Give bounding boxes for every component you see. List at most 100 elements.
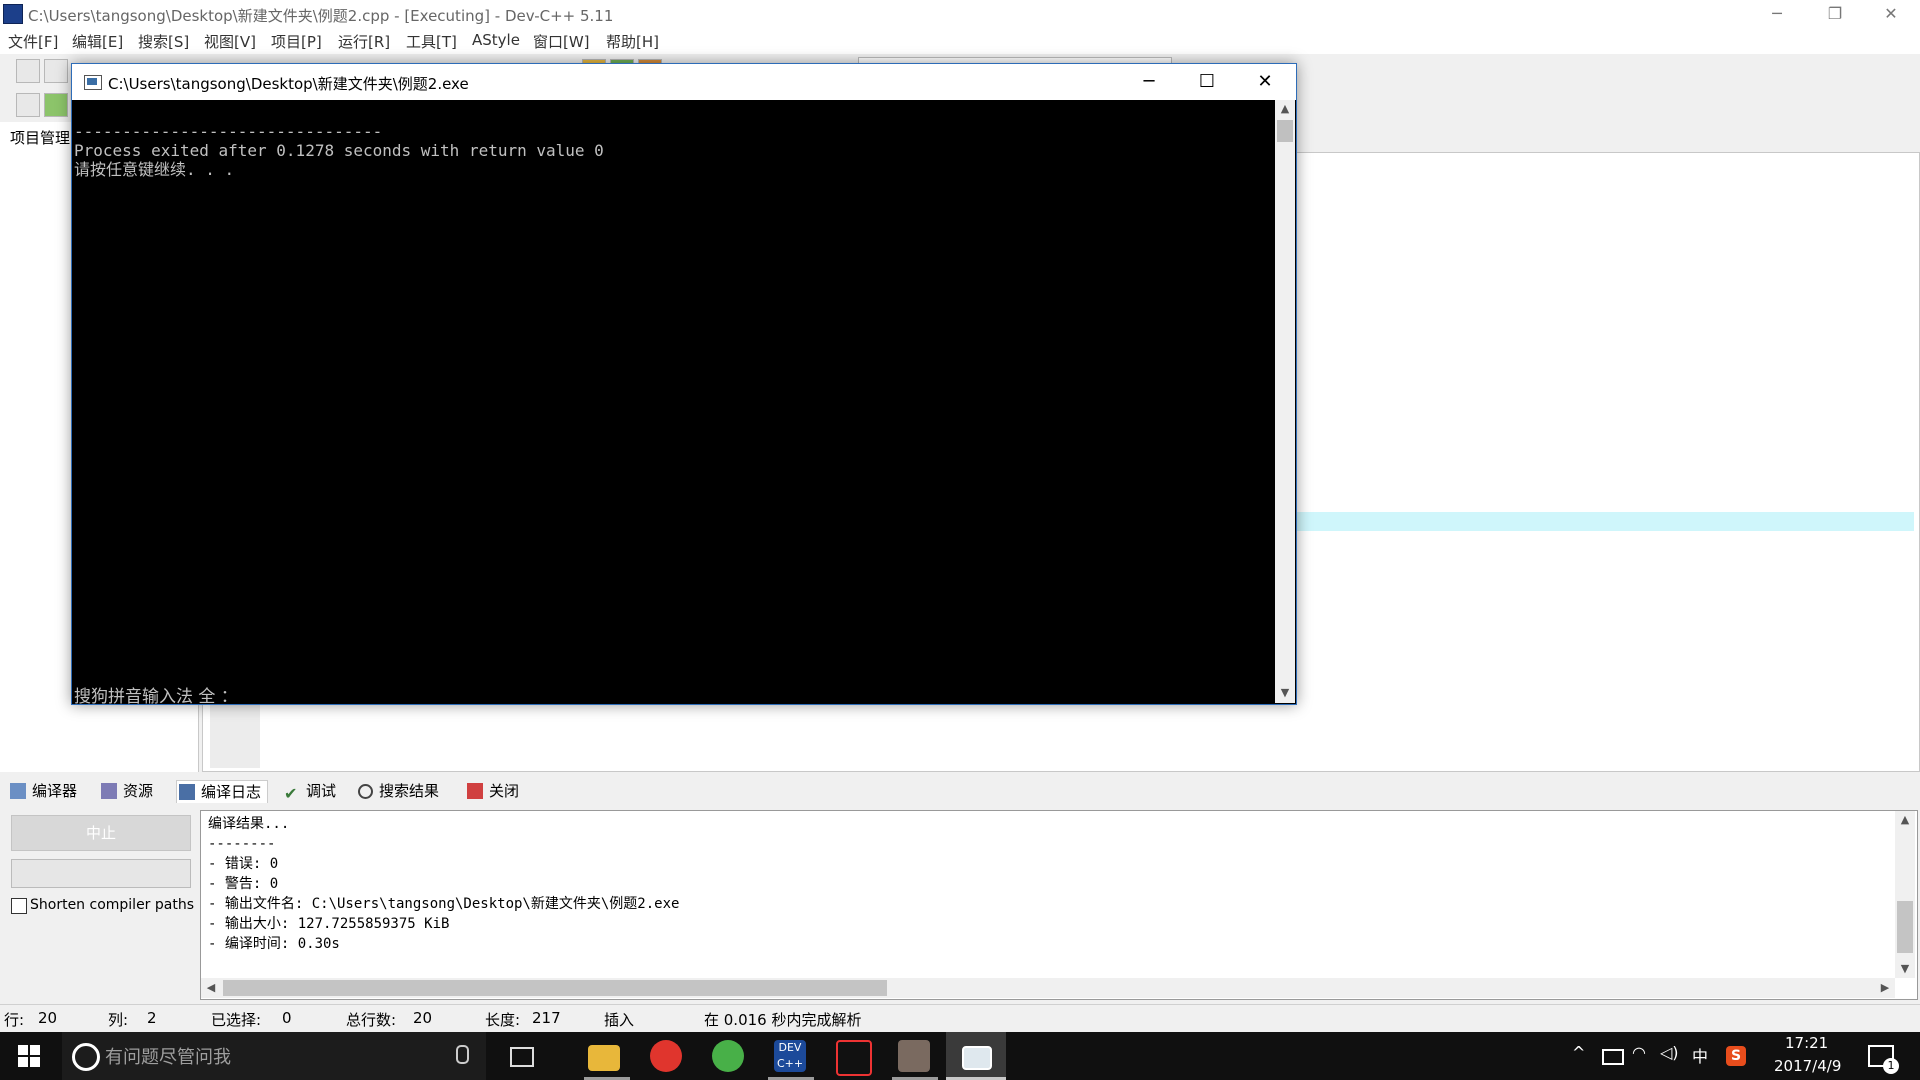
menu-edit[interactable]: 编辑[E] [72, 31, 123, 52]
file-explorer-icon[interactable] [588, 1045, 620, 1071]
ime-indicator[interactable]: 中 [1692, 1043, 1708, 1067]
tab-label: 搜索结果 [379, 782, 440, 800]
log-horizontal-thumb[interactable] [223, 980, 887, 996]
ime-status-text: 搜狗拼音输入法 全 ： [74, 687, 238, 707]
resources-icon [101, 783, 117, 799]
sogou-ime-icon[interactable]: S [1726, 1046, 1746, 1066]
log-line: - 输出文件名: C:\Users\tangsong\Desktop\新建文件夹… [208, 896, 680, 912]
wifi-icon[interactable]: ◠ [1632, 1043, 1646, 1062]
tab-label: 编译器 [32, 782, 78, 800]
scroll-down-icon[interactable]: ▼ [1895, 960, 1915, 978]
ide-restore-button[interactable]: ❐ [1806, 0, 1864, 28]
scroll-down-icon[interactable]: ▼ [1275, 684, 1295, 702]
log-line: - 错误: 0 [208, 856, 279, 872]
menu-run[interactable]: 运行[R] [338, 31, 390, 52]
status-length-label: 长度: [485, 1011, 521, 1029]
devcpp-icon[interactable]: DEV C++ [774, 1040, 806, 1072]
console-scroll-thumb[interactable] [1277, 120, 1293, 142]
status-row-value: 20 [38, 1009, 58, 1027]
scroll-left-icon[interactable]: ◀ [201, 979, 221, 997]
menu-window[interactable]: 窗口[W] [533, 31, 590, 52]
shorten-paths-checkbox[interactable] [11, 898, 27, 914]
status-selected-label: 已选择: [211, 1011, 262, 1029]
status-total-value: 20 [413, 1009, 433, 1027]
close-panel-icon [467, 783, 483, 799]
status-parse-message: 在 0.016 秒内完成解析 [704, 1011, 862, 1029]
tab-label: 资源 [123, 782, 154, 800]
status-selected-value: 0 [282, 1009, 292, 1027]
tab-debug[interactable]: ✔ 调试 [284, 780, 336, 802]
stop-button[interactable]: 中止 [11, 815, 191, 851]
taskbar-search-placeholder: 有问题尽管问我 [105, 1047, 231, 1068]
console-minimize-button[interactable]: ─ [1120, 64, 1178, 100]
devcpp-app-icon [3, 4, 23, 24]
notification-badge: 1 [1883, 1058, 1899, 1074]
qq-icon[interactable] [836, 1040, 872, 1076]
tab-compile-log[interactable]: 编译日志 [176, 780, 269, 803]
menu-tools[interactable]: 工具[T] [406, 31, 457, 52]
console-window[interactable]: C:\Users\tangsong\Desktop\新建文件夹\例题2.exe … [71, 63, 1297, 707]
status-col-value: 2 [147, 1009, 157, 1027]
menu-project[interactable]: 项目[P] [271, 31, 322, 52]
microphone-icon[interactable] [456, 1045, 469, 1064]
menu-view[interactable]: 视图[V] [204, 31, 256, 52]
clock-time[interactable]: 17:21 [1785, 1034, 1828, 1052]
status-length-value: 217 [532, 1009, 561, 1027]
windows-start-icon[interactable] [18, 1045, 40, 1067]
compiler-icon [10, 783, 26, 799]
console-maximize-button[interactable]: ☐ [1178, 64, 1236, 100]
status-insert-mode: 插入 [604, 1011, 635, 1029]
log-horizontal-scrollbar[interactable]: ◀ ▶ [201, 978, 1895, 998]
status-col-label: 列: [108, 1011, 129, 1029]
console-close-button[interactable]: ✕ [1236, 64, 1294, 100]
menu-help[interactable]: 帮助[H] [606, 31, 659, 52]
tab-search-results[interactable]: 搜索结果 [358, 780, 439, 802]
debug-icon: ✔ [284, 784, 298, 803]
scroll-up-icon[interactable]: ▲ [1275, 100, 1295, 118]
battery-icon[interactable] [1602, 1049, 1624, 1065]
search-results-icon [358, 784, 373, 799]
console-output: -------------------------------- Process … [74, 122, 1264, 179]
photo-app-icon[interactable] [898, 1040, 930, 1072]
console-title: C:\Users\tangsong\Desktop\新建文件夹\例题2.exe [108, 75, 469, 93]
browser-icon[interactable] [712, 1040, 744, 1072]
volume-icon[interactable]: ◁) [1660, 1043, 1679, 1062]
compile-log-text: 编译结果... -------- - 错误: 0 - 警告: 0 - 输出文件名: C:… [208, 814, 679, 954]
log-line: - 警告: 0 [208, 876, 279, 892]
status-row-label: 行: [4, 1011, 25, 1029]
menu-astyle[interactable]: AStyle [472, 31, 520, 49]
console-line: Process exited after 0.1278 seconds with… [74, 141, 604, 160]
goto-icon[interactable] [44, 93, 68, 117]
ide-minimize-button[interactable]: ─ [1748, 0, 1806, 28]
tray-chevron-up-icon[interactable]: ^ [1572, 1043, 1585, 1062]
tab-compiler[interactable]: 编译器 [10, 780, 77, 802]
netease-music-icon[interactable] [650, 1040, 682, 1072]
log-vertical-thumb[interactable] [1897, 901, 1913, 953]
menu-file[interactable]: 文件[F] [8, 31, 58, 52]
console-icon [84, 75, 102, 90]
tab-label: 编译日志 [201, 783, 262, 801]
ide-close-button[interactable]: ✕ [1862, 0, 1920, 28]
shorten-paths-label: Shorten compiler paths [30, 897, 195, 913]
console-scrollbar[interactable]: ▲ ▼ [1275, 100, 1295, 703]
clock-date[interactable]: 2017/4/9 [1774, 1057, 1841, 1075]
open-file-icon[interactable] [44, 59, 68, 83]
task-view-icon[interactable] [510, 1047, 534, 1067]
tab-label: 关闭 [489, 782, 520, 800]
log-vertical-scrollbar[interactable]: ▲ ▼ [1895, 811, 1915, 978]
tab-close[interactable]: 关闭 [467, 780, 519, 802]
menu-search[interactable]: 搜索[S] [138, 31, 189, 52]
new-file-icon[interactable] [16, 59, 40, 83]
log-line: - 编译时间: 0.30s [208, 936, 340, 952]
scroll-up-icon[interactable]: ▲ [1895, 811, 1915, 829]
project-tab[interactable]: 项目管理 [10, 127, 70, 148]
status-total-label: 总行数: [346, 1011, 397, 1029]
log-line: - 输出大小: 127.7255859375 KiB [208, 916, 450, 932]
insert-icon[interactable] [16, 93, 40, 117]
console-line: -------------------------------- [74, 122, 383, 141]
scroll-right-icon[interactable]: ▶ [1875, 979, 1895, 997]
compile-log-panel[interactable]: 编译结果... -------- - 错误: 0 - 警告: 0 - 输出文件名: C:… [200, 810, 1918, 1000]
tab-resources[interactable]: 资源 [101, 780, 153, 802]
current-line-highlight [1294, 512, 1914, 531]
console-app-icon[interactable] [962, 1046, 992, 1070]
